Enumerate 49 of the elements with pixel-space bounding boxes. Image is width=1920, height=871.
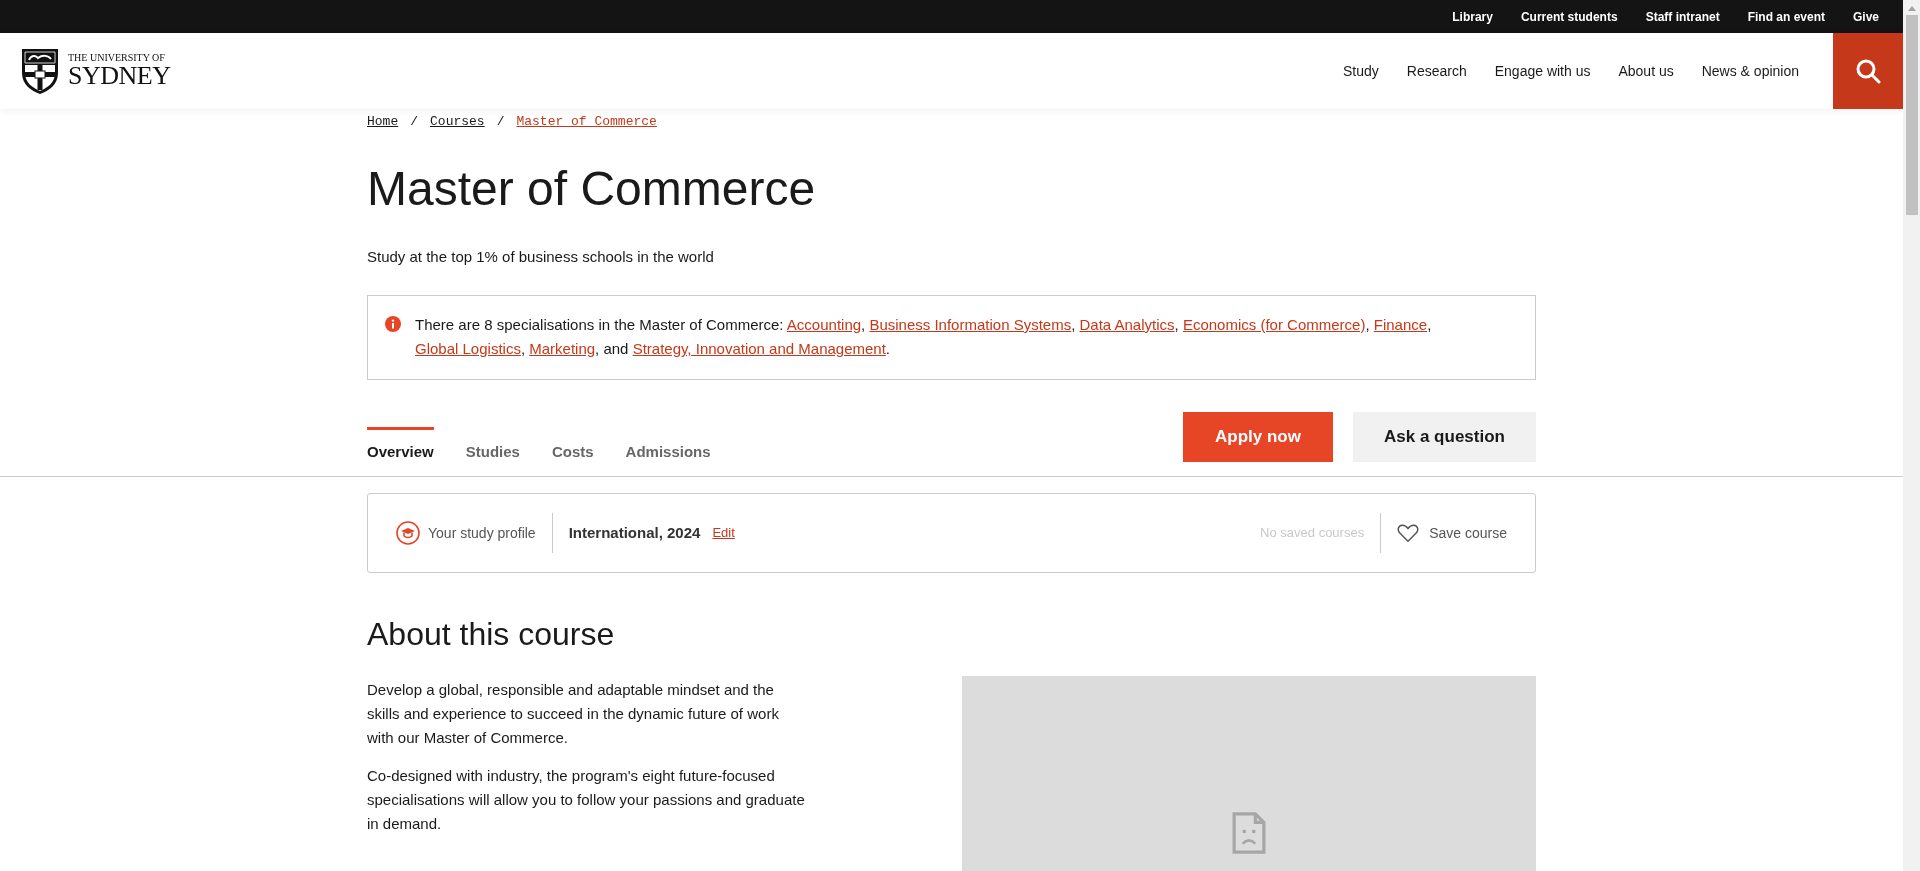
page-title: Master of Commerce bbox=[367, 163, 817, 216]
profile-value: International, 2024 bbox=[568, 524, 701, 542]
specialisation-link[interactable]: Strategy, Innovation and Management bbox=[632, 339, 886, 357]
search-icon bbox=[1855, 58, 1881, 84]
body-paragraph: Develop a global, responsible and adaptable mindset and the skills and experience to succeed in the dynamic future of work with our Master of Commerce. bbox=[367, 680, 780, 748]
scrollbar[interactable] bbox=[1903, 0, 1920, 871]
graduation-cap-icon bbox=[396, 520, 420, 545]
profile-label: Your study profile bbox=[428, 524, 536, 541]
apply-button[interactable]: Apply now bbox=[1183, 411, 1333, 462]
nav-link[interactable]: About us bbox=[1618, 63, 1674, 79]
tab[interactable]: Costs bbox=[551, 426, 594, 476]
logo-wordmark: SYDNEY bbox=[68, 63, 171, 89]
body-paragraph: Co-designed with industry, the program's eight future-focused specialisations will allow you to follow your passions and graduate in demand. bbox=[367, 766, 806, 834]
nav-link[interactable]: News & opinion bbox=[1701, 63, 1799, 79]
specialisation-link[interactable]: Accounting bbox=[786, 315, 862, 333]
tab[interactable]: Overview bbox=[367, 426, 434, 476]
breadcrumb-link[interactable]: Master of Commerce bbox=[516, 114, 657, 129]
nav-link[interactable]: Research bbox=[1406, 63, 1467, 79]
specialisation-link[interactable]: Data Analytics bbox=[1079, 315, 1175, 333]
save-course-button[interactable]: Save course bbox=[1397, 522, 1507, 543]
search-button[interactable] bbox=[1833, 33, 1903, 109]
utility-link[interactable]: Current students bbox=[1506, 9, 1632, 24]
nav-link[interactable]: Engage with us bbox=[1494, 63, 1591, 79]
scrollbar-thumb[interactable] bbox=[1905, 15, 1918, 215]
notice-text: There are 8 specialisations in the Master of Commerce: Accounting, Business Information Systems, Data Analytics, Economics (for Commerce), Finance, Global Logistics, Marketing, and Strategy, Innovation and Management. bbox=[415, 314, 1433, 359]
section-heading: About this course bbox=[367, 616, 616, 652]
breadcrumb-separator: / bbox=[496, 114, 505, 129]
tab[interactable]: Admissions bbox=[625, 426, 711, 476]
tab[interactable]: Studies bbox=[465, 426, 520, 476]
heart-icon bbox=[1397, 522, 1420, 543]
specialisation-link[interactable]: Economics (for Commerce) bbox=[1182, 315, 1366, 333]
specialisation-link[interactable]: Global Logistics bbox=[415, 339, 521, 357]
breadcrumb-link[interactable]: Courses bbox=[430, 114, 485, 129]
specialisation-link[interactable]: Marketing bbox=[529, 339, 596, 357]
utility-link[interactable]: Staff intranet bbox=[1631, 9, 1734, 24]
utility-link[interactable]: Give bbox=[1839, 9, 1893, 24]
nav-link[interactable]: Study bbox=[1343, 63, 1379, 79]
edit-link[interactable]: Edit bbox=[712, 525, 735, 541]
page-subtitle: Study at the top 1% of business schools in the world bbox=[367, 247, 715, 265]
breadcrumb-link[interactable]: Home bbox=[367, 114, 399, 129]
specialisation-link[interactable]: Finance bbox=[1373, 315, 1428, 333]
utility-link[interactable]: Library bbox=[1438, 9, 1507, 24]
breadcrumb-separator: / bbox=[410, 114, 419, 129]
utility-link[interactable]: Find an event bbox=[1733, 9, 1839, 24]
logo-wordmark-top: THE UNIVERSITY OF bbox=[68, 53, 166, 63]
broken-image-icon bbox=[1232, 811, 1266, 855]
crest-icon bbox=[20, 47, 60, 95]
question-button[interactable]: Ask a question bbox=[1353, 411, 1536, 462]
info-icon bbox=[385, 315, 401, 332]
